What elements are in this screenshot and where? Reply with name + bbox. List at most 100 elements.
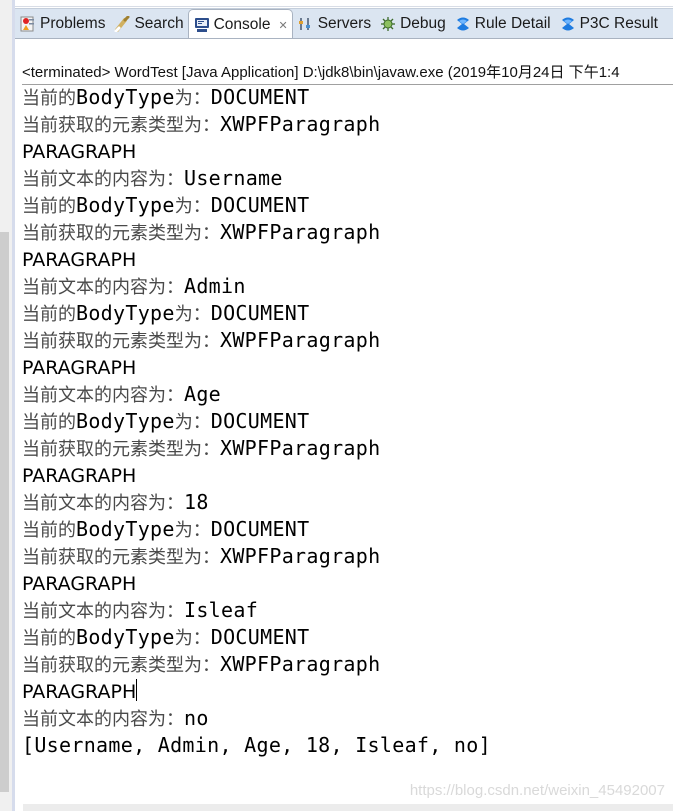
console-value: Isleaf — [184, 598, 259, 622]
tab-search[interactable]: Search — [109, 9, 187, 38]
problems-icon — [20, 16, 36, 32]
console-line: [Username, Admin, Age, 18, Isleaf, no] — [22, 732, 673, 759]
console-value: DOCUMENT — [210, 193, 310, 217]
servers-icon — [298, 16, 314, 32]
console-text: PARAGRAPH — [22, 357, 137, 379]
console-label: 当前获取的元素类型为： — [22, 439, 220, 460]
tab-servers[interactable]: Servers — [293, 9, 375, 38]
tab-label: Search — [134, 14, 184, 32]
console-line: PARAGRAPH — [22, 354, 673, 381]
text-caret — [136, 679, 138, 701]
console-label: 为： — [174, 88, 211, 109]
console-label: 为： — [174, 628, 211, 649]
console-label: 为： — [174, 412, 211, 433]
p3c-icon — [455, 16, 471, 32]
console-line: 当前的BodyType为：DOCUMENT — [22, 192, 673, 219]
console-text: PARAGRAPH — [22, 573, 137, 595]
console-line: 当前文本的内容为：Age — [22, 381, 673, 408]
console-line: 当前获取的元素类型为：XWPFParagraph — [22, 651, 673, 678]
tab-label: Rule Detail — [474, 14, 551, 32]
watermark: https://blog.csdn.net/weixin_45492007 — [409, 782, 665, 799]
console-label: 当前的 — [22, 628, 76, 649]
console-line: 当前文本的内容为：Admin — [22, 273, 673, 300]
console-value: XWPFParagraph — [220, 652, 381, 676]
tab-console[interactable]: Console ✕ — [187, 9, 293, 38]
tab-problems[interactable]: Problems — [15, 9, 109, 38]
console-label: 当前的 — [22, 304, 76, 325]
tab-rule-detail[interactable]: Rule Detail — [450, 9, 555, 38]
console-icon — [194, 17, 210, 33]
console-line: 当前文本的内容为：Username — [22, 165, 673, 192]
console-value: XWPFParagraph — [220, 112, 381, 136]
console-line: 当前文本的内容为：18 — [22, 489, 673, 516]
console-line: 当前获取的元素类型为：XWPFParagraph — [22, 543, 673, 570]
console-value: XWPFParagraph — [220, 436, 381, 460]
console-value: DOCUMENT — [210, 85, 310, 109]
console-line: 当前获取的元素类型为：XWPFParagraph — [22, 435, 673, 462]
console-line: 当前的BodyType为：DOCUMENT — [22, 300, 673, 327]
console-value: XWPFParagraph — [220, 220, 381, 244]
console-line: PARAGRAPH — [22, 570, 673, 597]
console-value: Admin — [184, 274, 246, 298]
search-icon — [114, 15, 130, 32]
console-output[interactable]: 当前的BodyType为：DOCUMENT 当前获取的元素类型为：XWPFPara… — [22, 84, 673, 759]
console-value: BodyType — [76, 85, 175, 109]
tab-label: Console — [213, 16, 271, 33]
console-value: DOCUMENT — [210, 409, 310, 433]
console-label: 当前获取的元素类型为： — [22, 655, 220, 676]
p3c-icon — [560, 16, 576, 32]
console-value: BodyType — [76, 409, 175, 433]
console-line: PARAGRAPH — [22, 462, 673, 489]
console-text: PARAGRAPH — [22, 141, 137, 163]
tab-label: P3C Result — [579, 14, 658, 32]
console-label: 当前文本的内容为： — [22, 709, 184, 730]
console-line: PARAGRAPH — [22, 138, 673, 165]
console-value: DOCUMENT — [210, 301, 310, 325]
console-text: PARAGRAPH — [22, 249, 137, 271]
console-label: 为： — [174, 304, 211, 325]
console-view-panel: Problems Search Console ✕ Servers Debug … — [12, 0, 673, 811]
console-line: 当前获取的元素类型为：XWPFParagraph — [22, 219, 673, 246]
console-label: 当前文本的内容为： — [22, 169, 184, 190]
debug-icon — [380, 16, 396, 32]
console-label: 当前文本的内容为： — [22, 277, 184, 298]
console-label: 当前的 — [22, 196, 76, 217]
tab-debug[interactable]: Debug — [375, 9, 450, 38]
console-label: 当前获取的元素类型为： — [22, 547, 220, 568]
console-label: 为： — [174, 520, 211, 541]
console-value: 18 — [184, 490, 209, 514]
console-value: DOCUMENT — [210, 517, 310, 541]
console-label: 为： — [174, 196, 211, 217]
console-value: XWPFParagraph — [220, 328, 381, 352]
console-text: PARAGRAPH — [22, 465, 137, 487]
console-label: 当前获取的元素类型为： — [22, 331, 220, 352]
console-line: PARAGRAPH — [22, 246, 673, 273]
left-gutter — [0, 0, 12, 811]
console-value: Age — [184, 382, 222, 406]
console-line: 当前的BodyType为：DOCUMENT — [22, 408, 673, 435]
console-label: 当前文本的内容为： — [22, 385, 184, 406]
console-label: 当前文本的内容为： — [22, 601, 184, 622]
console-label: 当前获取的元素类型为： — [22, 223, 220, 244]
top-strip — [15, 0, 673, 7]
console-value: Username — [184, 166, 283, 190]
console-label: 当前的 — [22, 88, 76, 109]
console-text: [Username, Admin, Age, 18, Isleaf, no] — [22, 733, 491, 757]
close-tab-icon[interactable]: ✕ — [278, 19, 287, 32]
console-line: 当前的BodyType为：DOCUMENT — [22, 516, 673, 543]
console-value: no — [184, 706, 209, 730]
view-tab-bar: Problems Search Console ✕ Servers Debug … — [15, 8, 673, 39]
console-value: XWPFParagraph — [220, 544, 381, 568]
tab-p3c-result[interactable]: P3C Result — [555, 9, 662, 38]
console-label: 当前文本的内容为： — [22, 493, 184, 514]
console-value: BodyType — [76, 517, 175, 541]
console-label: 当前获取的元素类型为： — [22, 115, 220, 136]
console-value: DOCUMENT — [210, 625, 310, 649]
console-label: 当前的 — [22, 520, 76, 541]
console-value: BodyType — [76, 625, 175, 649]
console-line: 当前文本的内容为：no — [22, 705, 673, 732]
console-line: 当前文本的内容为：Isleaf — [22, 597, 673, 624]
left-scrollbar-thumb[interactable] — [0, 232, 9, 792]
console-value: BodyType — [76, 193, 175, 217]
bottom-bar — [23, 804, 673, 811]
